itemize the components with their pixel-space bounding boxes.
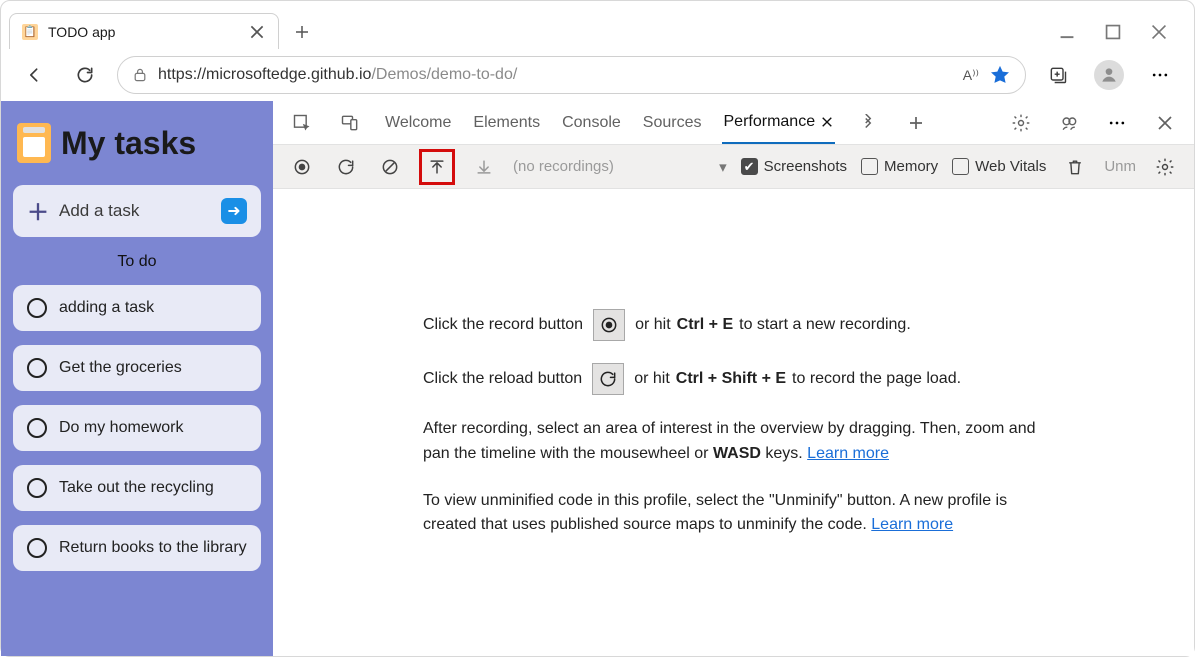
devtools-menu-icon[interactable]	[1102, 108, 1132, 138]
task-label: Take out the recycling	[59, 478, 214, 498]
more-tabs-icon[interactable]	[853, 108, 883, 138]
window-controls	[1058, 23, 1186, 49]
app-title: My tasks	[61, 125, 196, 162]
address-bar[interactable]: https://microsoftedge.github.io/Demos/de…	[117, 56, 1026, 94]
devtools-settings-icon[interactable]	[1006, 108, 1036, 138]
new-tab-button[interactable]	[285, 15, 319, 49]
close-tab-icon[interactable]	[821, 116, 833, 128]
tab-title: TODO app	[48, 24, 238, 40]
window-maximize-icon[interactable]	[1104, 23, 1122, 41]
refresh-button[interactable]	[67, 57, 103, 93]
hint-record: Click the record button or hit Ctrl + E …	[423, 309, 1134, 341]
task-label: Get the groceries	[59, 358, 182, 378]
learn-more-link[interactable]: Learn more	[871, 516, 953, 533]
browser-tab-strip: 📋 TODO app	[1, 1, 1194, 49]
checkbox-checked-icon: ✔	[741, 158, 758, 175]
tab-welcome[interactable]: Welcome	[383, 101, 453, 144]
plus-icon: ＋	[27, 195, 49, 227]
screenshots-toggle[interactable]: ✔ Screenshots	[741, 158, 847, 175]
hotkey: Ctrl + E	[677, 313, 733, 338]
tab-sources[interactable]: Sources	[641, 101, 704, 144]
task-label: Do my homework	[59, 418, 183, 438]
hint-zoom: After recording, select an area of inter…	[423, 417, 1043, 467]
load-profile-button[interactable]	[419, 149, 455, 185]
app-header: My tasks	[17, 123, 257, 163]
close-tab-icon[interactable]	[248, 23, 266, 41]
devtools-tabstrip: Welcome Elements Console Sources Perform…	[273, 101, 1194, 145]
performance-landing: Click the record button or hit Ctrl + E …	[273, 189, 1194, 656]
tab-console[interactable]: Console	[560, 101, 623, 144]
read-aloud-icon[interactable]: A⁾⁾	[963, 67, 979, 84]
task-item[interactable]: Get the groceries	[13, 345, 261, 391]
task-label: Return books to the library	[59, 538, 247, 558]
memory-toggle[interactable]: Memory	[861, 158, 938, 175]
favorite-icon[interactable]	[989, 64, 1011, 86]
learn-more-link[interactable]: Learn more	[807, 445, 889, 462]
url-text: https://microsoftedge.github.io/Demos/de…	[158, 66, 953, 84]
reload-record-button[interactable]	[331, 152, 361, 182]
unminify-button[interactable]: Unm	[1104, 158, 1136, 175]
task-checkbox[interactable]	[27, 538, 47, 558]
reload-icon	[592, 363, 624, 395]
app-logo-icon	[17, 123, 51, 163]
add-task-button[interactable]: ＋ Add a task ➜	[13, 185, 261, 237]
collections-icon[interactable]	[1040, 57, 1076, 93]
task-item[interactable]: Return books to the library	[13, 525, 261, 571]
tab-favicon: 📋	[22, 24, 38, 40]
tab-performance[interactable]: Performance	[722, 101, 836, 144]
todo-section-title: To do	[13, 253, 261, 271]
task-item[interactable]: adding a task	[13, 285, 261, 331]
devtools-panel: Welcome Elements Console Sources Perform…	[273, 101, 1194, 656]
clear-button[interactable]	[375, 152, 405, 182]
capture-settings-icon[interactable]	[1150, 152, 1180, 182]
task-checkbox[interactable]	[27, 418, 47, 438]
toolbar-right	[1040, 57, 1178, 93]
recordings-dropdown-icon[interactable]: ▾	[719, 158, 727, 176]
profile-avatar[interactable]	[1094, 60, 1124, 90]
devtools-close-icon[interactable]	[1150, 108, 1180, 138]
task-checkbox[interactable]	[27, 358, 47, 378]
web-vitals-toggle[interactable]: Web Vitals	[952, 158, 1046, 175]
browser-tab[interactable]: 📋 TODO app	[9, 13, 279, 49]
recordings-empty-label: (no recordings)	[513, 158, 614, 175]
record-button[interactable]	[287, 152, 317, 182]
submit-task-icon[interactable]: ➜	[221, 198, 247, 224]
site-info-icon[interactable]	[132, 67, 148, 83]
hotkey: Ctrl + Shift + E	[676, 367, 786, 392]
task-item[interactable]: Do my homework	[13, 405, 261, 451]
task-checkbox[interactable]	[27, 298, 47, 318]
save-profile-button[interactable]	[469, 152, 499, 182]
task-checkbox[interactable]	[27, 478, 47, 498]
task-label: adding a task	[59, 298, 154, 318]
wasd-keys: WASD	[713, 445, 761, 462]
back-button[interactable]	[17, 57, 53, 93]
performance-toolbar: (no recordings) ▾ ✔ Screenshots Memory W…	[273, 145, 1194, 189]
inspect-element-icon[interactable]	[287, 108, 317, 138]
browser-toolbar: https://microsoftedge.github.io/Demos/de…	[1, 49, 1194, 101]
hint-reload: Click the reload button or hit Ctrl + Sh…	[423, 363, 1134, 395]
window-close-icon[interactable]	[1150, 23, 1168, 41]
hint-unminify: To view unminified code in this profile,…	[423, 489, 1043, 539]
garbage-collect-icon[interactable]	[1060, 152, 1090, 182]
tab-elements[interactable]: Elements	[471, 101, 542, 144]
app-sidebar: My tasks ＋ Add a task ➜ To do adding a t…	[1, 101, 273, 656]
window-minimize-icon[interactable]	[1058, 23, 1076, 41]
tab-performance-label: Performance	[724, 113, 816, 131]
record-icon	[593, 309, 625, 341]
add-task-label: Add a task	[59, 201, 139, 221]
device-emulation-icon[interactable]	[335, 108, 365, 138]
page-content: My tasks ＋ Add a task ➜ To do adding a t…	[1, 101, 1194, 656]
checkbox-icon	[952, 158, 969, 175]
task-item[interactable]: Take out the recycling	[13, 465, 261, 511]
new-tool-tab-icon[interactable]	[901, 108, 931, 138]
checkbox-icon	[861, 158, 878, 175]
feedback-icon[interactable]	[1054, 108, 1084, 138]
browser-menu-icon[interactable]	[1142, 57, 1178, 93]
